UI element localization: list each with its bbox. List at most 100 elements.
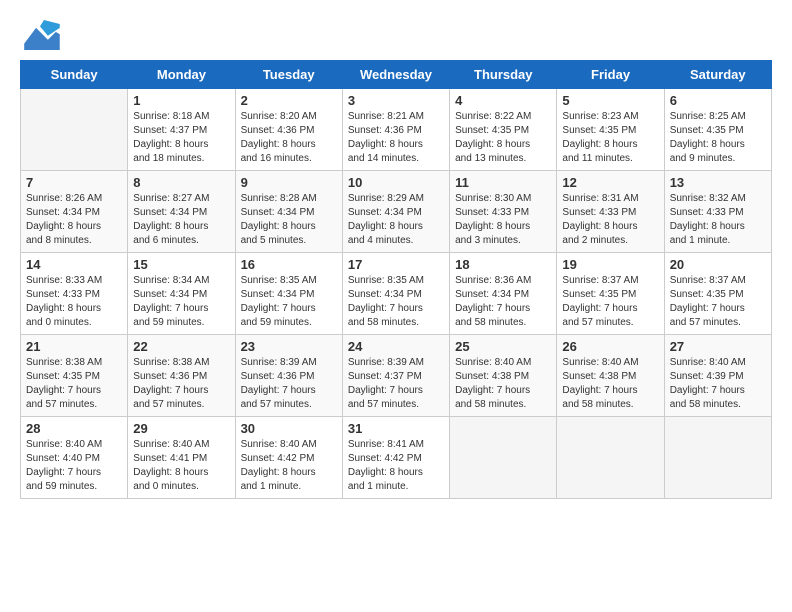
day-info: Sunrise: 8:39 AM Sunset: 4:36 PM Dayligh… — [241, 356, 337, 412]
day-info: Sunrise: 8:32 AM Sunset: 4:33 PM Dayligh… — [670, 192, 766, 248]
day-number: 30 — [241, 421, 337, 436]
day-info: Sunrise: 8:21 AM Sunset: 4:36 PM Dayligh… — [348, 110, 444, 166]
calendar-cell: 22 Sunrise: 8:38 AM Sunset: 4:36 PM Dayli… — [128, 335, 235, 417]
day-info: Sunrise: 8:38 AM Sunset: 4:36 PM Dayligh… — [133, 356, 229, 412]
calendar-cell: 10 Sunrise: 8:29 AM Sunset: 4:34 PM Dayli… — [342, 171, 449, 253]
day-number: 28 — [26, 421, 122, 436]
day-info: Sunrise: 8:36 AM Sunset: 4:34 PM Dayligh… — [455, 274, 551, 330]
day-number: 6 — [670, 93, 766, 108]
calendar-cell — [557, 417, 664, 499]
calendar-cell: 23 Sunrise: 8:39 AM Sunset: 4:36 PM Dayli… — [235, 335, 342, 417]
weekday-header-monday: Monday — [128, 61, 235, 89]
day-number: 10 — [348, 175, 444, 190]
page-header — [20, 20, 772, 50]
calendar-cell: 5 Sunrise: 8:23 AM Sunset: 4:35 PM Daylig… — [557, 89, 664, 171]
calendar-cell: 3 Sunrise: 8:21 AM Sunset: 4:36 PM Daylig… — [342, 89, 449, 171]
day-info: Sunrise: 8:38 AM Sunset: 4:35 PM Dayligh… — [26, 356, 122, 412]
calendar-week-row: 1 Sunrise: 8:18 AM Sunset: 4:37 PM Daylig… — [21, 89, 772, 171]
day-number: 26 — [562, 339, 658, 354]
day-number: 7 — [26, 175, 122, 190]
day-info: Sunrise: 8:41 AM Sunset: 4:42 PM Dayligh… — [348, 438, 444, 494]
day-info: Sunrise: 8:23 AM Sunset: 4:35 PM Dayligh… — [562, 110, 658, 166]
day-number: 4 — [455, 93, 551, 108]
day-number: 12 — [562, 175, 658, 190]
calendar-cell: 29Sunrise: 8:40 AM Sunset: 4:41 PM Dayli… — [128, 417, 235, 499]
calendar-cell: 18 Sunrise: 8:36 AM Sunset: 4:34 PM Dayli… — [450, 253, 557, 335]
calendar-week-row: 7Sunrise: 8:26 AM Sunset: 4:34 PM Daylig… — [21, 171, 772, 253]
day-info: Sunrise: 8:35 AM Sunset: 4:34 PM Dayligh… — [348, 274, 444, 330]
weekday-header-thursday: Thursday — [450, 61, 557, 89]
logo — [20, 20, 62, 50]
day-number: 3 — [348, 93, 444, 108]
calendar-cell: 4Sunrise: 8:22 AM Sunset: 4:35 PM Daylig… — [450, 89, 557, 171]
calendar-cell: 1 Sunrise: 8:18 AM Sunset: 4:37 PM Daylig… — [128, 89, 235, 171]
day-number: 27 — [670, 339, 766, 354]
calendar-week-row: 14 Sunrise: 8:33 AM Sunset: 4:33 PM Dayli… — [21, 253, 772, 335]
calendar-cell: 28 Sunrise: 8:40 AM Sunset: 4:40 PM Dayli… — [21, 417, 128, 499]
calendar-cell: 14 Sunrise: 8:33 AM Sunset: 4:33 PM Dayli… — [21, 253, 128, 335]
day-info: Sunrise: 8:25 AM Sunset: 4:35 PM Dayligh… — [670, 110, 766, 166]
day-info: Sunrise: 8:33 AM Sunset: 4:33 PM Dayligh… — [26, 274, 122, 330]
day-info: Sunrise: 8:28 AM Sunset: 4:34 PM Dayligh… — [241, 192, 337, 248]
calendar-cell: 2 Sunrise: 8:20 AM Sunset: 4:36 PM Daylig… — [235, 89, 342, 171]
calendar-cell: 20 Sunrise: 8:37 AM Sunset: 4:35 PM Dayli… — [664, 253, 771, 335]
day-info: Sunrise: 8:40 AM Sunset: 4:38 PM Dayligh… — [562, 356, 658, 412]
day-number: 8 — [133, 175, 229, 190]
day-number: 2 — [241, 93, 337, 108]
day-number: 18 — [455, 257, 551, 272]
calendar-week-row: 28 Sunrise: 8:40 AM Sunset: 4:40 PM Dayli… — [21, 417, 772, 499]
logo-icon — [20, 20, 60, 50]
day-info: Sunrise: 8:40 AM Sunset: 4:40 PM Dayligh… — [26, 438, 122, 494]
day-number: 24 — [348, 339, 444, 354]
day-info: Sunrise: 8:30 AM Sunset: 4:33 PM Dayligh… — [455, 192, 551, 248]
calendar-cell: 31 Sunrise: 8:41 AM Sunset: 4:42 PM Dayli… — [342, 417, 449, 499]
calendar-cell: 26 Sunrise: 8:40 AM Sunset: 4:38 PM Dayli… — [557, 335, 664, 417]
calendar-cell: 30 Sunrise: 8:40 AM Sunset: 4:42 PM Dayli… — [235, 417, 342, 499]
day-number: 1 — [133, 93, 229, 108]
day-number: 14 — [26, 257, 122, 272]
weekday-header-saturday: Saturday — [664, 61, 771, 89]
day-info: Sunrise: 8:29 AM Sunset: 4:34 PM Dayligh… — [348, 192, 444, 248]
day-number: 22 — [133, 339, 229, 354]
day-info: Sunrise: 8:40 AM Sunset: 4:41 PM Dayligh… — [133, 438, 229, 494]
weekday-header-sunday: Sunday — [21, 61, 128, 89]
weekday-header-friday: Friday — [557, 61, 664, 89]
calendar-cell: 21Sunrise: 8:38 AM Sunset: 4:35 PM Dayli… — [21, 335, 128, 417]
day-number: 5 — [562, 93, 658, 108]
calendar-cell: 19Sunrise: 8:37 AM Sunset: 4:35 PM Dayli… — [557, 253, 664, 335]
calendar-cell — [664, 417, 771, 499]
weekday-header-wednesday: Wednesday — [342, 61, 449, 89]
calendar-cell — [450, 417, 557, 499]
day-number: 13 — [670, 175, 766, 190]
day-info: Sunrise: 8:40 AM Sunset: 4:39 PM Dayligh… — [670, 356, 766, 412]
day-info: Sunrise: 8:27 AM Sunset: 4:34 PM Dayligh… — [133, 192, 229, 248]
calendar-cell: 25 Sunrise: 8:40 AM Sunset: 4:38 PM Dayli… — [450, 335, 557, 417]
day-info: Sunrise: 8:40 AM Sunset: 4:38 PM Dayligh… — [455, 356, 551, 412]
day-info: Sunrise: 8:20 AM Sunset: 4:36 PM Dayligh… — [241, 110, 337, 166]
calendar-cell: 12 Sunrise: 8:31 AM Sunset: 4:33 PM Dayli… — [557, 171, 664, 253]
day-number: 25 — [455, 339, 551, 354]
calendar-cell: 27 Sunrise: 8:40 AM Sunset: 4:39 PM Dayli… — [664, 335, 771, 417]
day-info: Sunrise: 8:35 AM Sunset: 4:34 PM Dayligh… — [241, 274, 337, 330]
day-info: Sunrise: 8:31 AM Sunset: 4:33 PM Dayligh… — [562, 192, 658, 248]
day-info: Sunrise: 8:37 AM Sunset: 4:35 PM Dayligh… — [670, 274, 766, 330]
calendar-cell: 17Sunrise: 8:35 AM Sunset: 4:34 PM Dayli… — [342, 253, 449, 335]
calendar-cell: 9 Sunrise: 8:28 AM Sunset: 4:34 PM Daylig… — [235, 171, 342, 253]
calendar-cell: 11 Sunrise: 8:30 AM Sunset: 4:33 PM Dayli… — [450, 171, 557, 253]
calendar-cell: 13 Sunrise: 8:32 AM Sunset: 4:33 PM Dayli… — [664, 171, 771, 253]
day-number: 23 — [241, 339, 337, 354]
calendar-cell — [21, 89, 128, 171]
calendar-header-row: SundayMondayTuesdayWednesdayThursdayFrid… — [21, 61, 772, 89]
day-info: Sunrise: 8:18 AM Sunset: 4:37 PM Dayligh… — [133, 110, 229, 166]
day-info: Sunrise: 8:39 AM Sunset: 4:37 PM Dayligh… — [348, 356, 444, 412]
day-info: Sunrise: 8:40 AM Sunset: 4:42 PM Dayligh… — [241, 438, 337, 494]
calendar-cell: 7Sunrise: 8:26 AM Sunset: 4:34 PM Daylig… — [21, 171, 128, 253]
day-number: 15 — [133, 257, 229, 272]
weekday-header-tuesday: Tuesday — [235, 61, 342, 89]
day-number: 19 — [562, 257, 658, 272]
calendar-table: SundayMondayTuesdayWednesdayThursdayFrid… — [20, 60, 772, 499]
day-number: 11 — [455, 175, 551, 190]
day-number: 9 — [241, 175, 337, 190]
day-number: 20 — [670, 257, 766, 272]
day-number: 31 — [348, 421, 444, 436]
